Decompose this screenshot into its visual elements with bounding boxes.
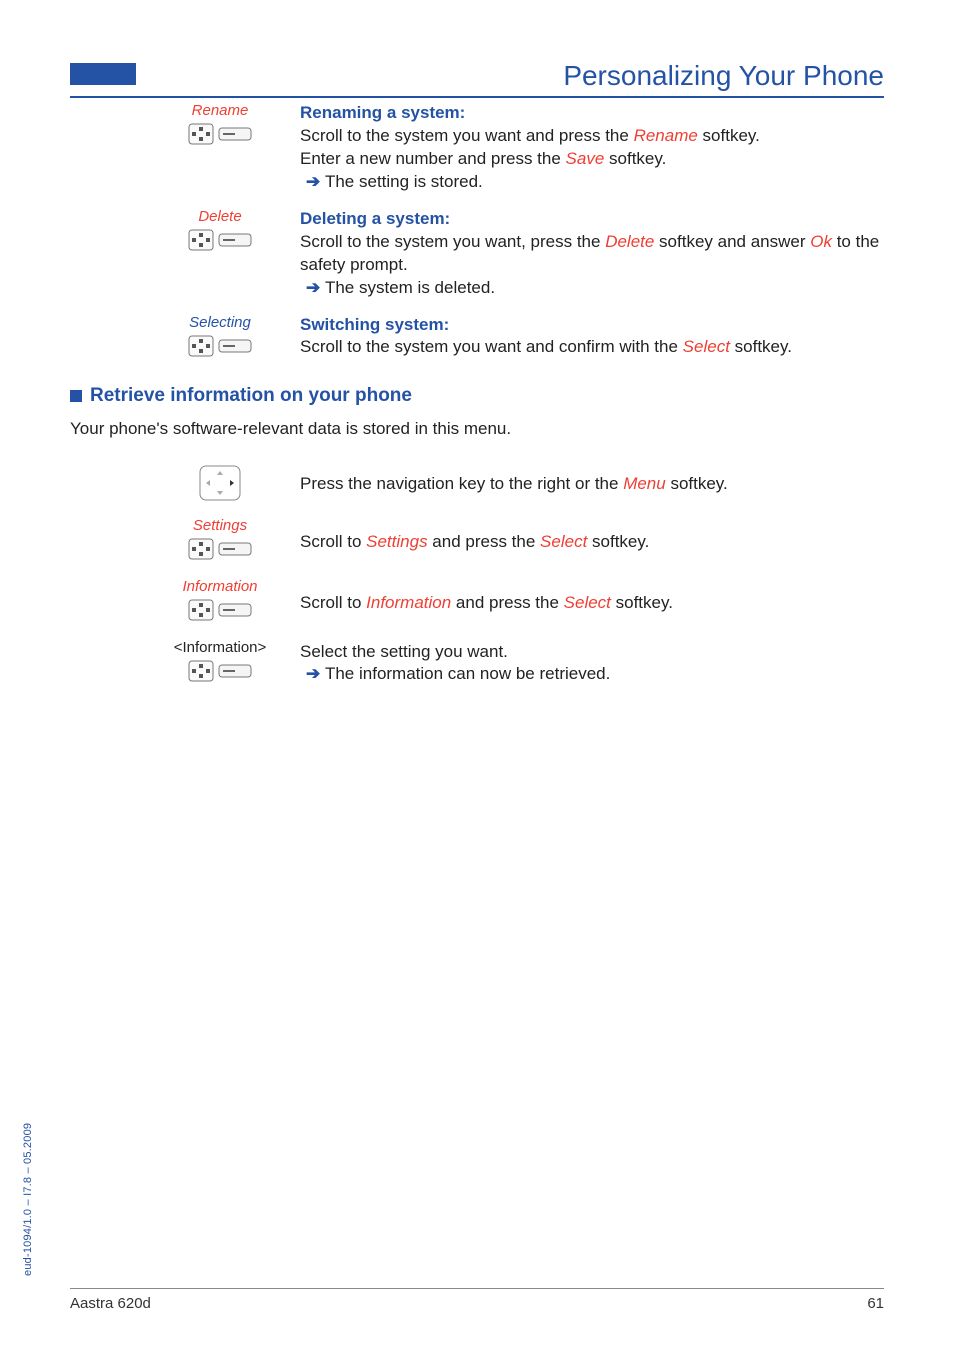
line: Enter a new number and press the Save so… xyxy=(300,148,884,171)
body-delete: Deleting a system: Scroll to the system … xyxy=(300,208,884,300)
subsection-header: Retrieve information on your phone xyxy=(70,385,884,407)
body-rename: Renaming a system: Scroll to the system … xyxy=(300,102,884,194)
line: Scroll to the system you want and press … xyxy=(300,125,884,148)
dpad-icon xyxy=(188,123,214,149)
lead-delete: Delete xyxy=(140,208,300,255)
line: Scroll to the system you want, press the… xyxy=(300,231,884,277)
page-title: Personalizing Your Phone xyxy=(136,60,884,96)
instruction-group-info: Press the navigation key to the right or… xyxy=(140,463,884,687)
lead-label: Rename xyxy=(140,102,300,119)
heading: Switching system: xyxy=(300,314,884,337)
dpad-icon xyxy=(188,660,214,686)
body-selecting: Switching system: Scroll to the system y… xyxy=(300,314,884,360)
square-bullet-icon xyxy=(70,390,82,402)
entry-information: Information Scroll to Information and pr… xyxy=(140,578,884,625)
dpad-icon xyxy=(188,538,214,564)
heading: Renaming a system: xyxy=(300,102,884,125)
entry-nav: Press the navigation key to the right or… xyxy=(140,463,884,503)
softkey-icon xyxy=(218,125,252,147)
line: Select the setting you want. xyxy=(300,641,884,664)
body-nav: Press the navigation key to the right or… xyxy=(300,463,884,496)
lead-label: Settings xyxy=(140,517,300,534)
softkey-icon xyxy=(218,601,252,623)
lead-label: Selecting xyxy=(140,314,300,331)
lead-label: Delete xyxy=(140,208,300,225)
arrow-icon: ➔ xyxy=(306,664,325,683)
result: ➔ The system is deleted. xyxy=(300,277,884,300)
body-settings: Scroll to Settings and press the Select … xyxy=(300,517,884,554)
lead-settings: Settings xyxy=(140,517,300,564)
dpad-icon xyxy=(188,335,214,361)
lead-label: Information xyxy=(140,578,300,595)
lead-selecting: Selecting xyxy=(140,314,300,361)
line: Scroll to Settings and press the Select … xyxy=(300,531,884,554)
entry-delete: Delete Deleting a system: Scroll to the … xyxy=(140,208,884,300)
page-header: Personalizing Your Phone xyxy=(70,60,884,98)
line: Press the navigation key to the right or… xyxy=(300,473,884,496)
lead-nav xyxy=(140,463,300,503)
entry-selecting: Selecting Switching system: Scroll to th… xyxy=(140,314,884,361)
dpad-icon xyxy=(188,229,214,255)
entry-rename: Rename Renaming a system: Scroll to the … xyxy=(140,102,884,194)
softkey-icon xyxy=(218,231,252,253)
lead-information: Information xyxy=(140,578,300,625)
line: Scroll to Information and press the Sele… xyxy=(300,592,884,615)
softkey-icon xyxy=(218,662,252,684)
entry-info-sub: <Information> Select the setting you wan… xyxy=(140,639,884,687)
line: Scroll to the system you want and confir… xyxy=(300,336,884,359)
footer-page-number: 61 xyxy=(867,1295,884,1312)
lead-info-sub: <Information> xyxy=(140,639,300,686)
result: ➔ The setting is stored. xyxy=(300,171,884,194)
body-information: Scroll to Information and press the Sele… xyxy=(300,578,884,615)
softkey-icon xyxy=(218,337,252,359)
page-footer: Aastra 620d 61 xyxy=(70,1288,884,1312)
lead-rename: Rename xyxy=(140,102,300,149)
header-accent-bar xyxy=(70,63,136,85)
footer-left: Aastra 620d xyxy=(70,1295,151,1312)
softkey-icon xyxy=(218,540,252,562)
entry-settings: Settings Scroll to Settings and press th… xyxy=(140,517,884,564)
doc-id-label: eud-1094/1.0 – I7.8 – 05.2009 xyxy=(22,1123,34,1276)
heading: Deleting a system: xyxy=(300,208,884,231)
dpad-icon xyxy=(188,599,214,625)
instruction-group-system: Rename Renaming a system: Scroll to the … xyxy=(140,102,884,361)
body-info-sub: Select the setting you want. ➔ The infor… xyxy=(300,639,884,687)
lead-label: <Information> xyxy=(140,639,300,656)
result: ➔ The information can now be retrieved. xyxy=(300,663,884,686)
arrow-icon: ➔ xyxy=(306,172,325,191)
arrow-icon: ➔ xyxy=(306,278,325,297)
intro-text: Your phone's software-relevant data is s… xyxy=(70,419,884,439)
subsection-title: Retrieve information on your phone xyxy=(90,385,412,407)
navigation-key-icon xyxy=(197,463,243,503)
